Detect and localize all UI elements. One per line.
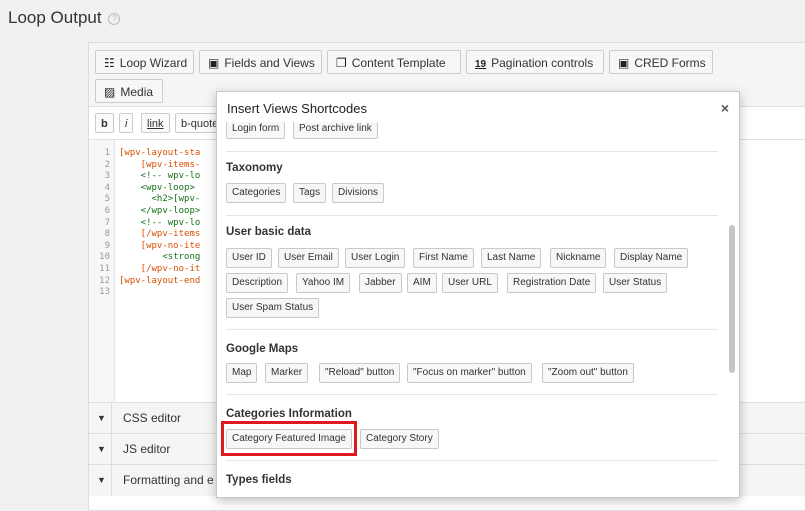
fields-and-views-button[interactable]: ▣ Fields and Views — [199, 50, 322, 74]
page-title: Loop Output ? — [8, 8, 121, 28]
divider — [111, 465, 112, 496]
close-icon[interactable]: × — [721, 100, 729, 116]
line-number: 12 — [99, 275, 110, 286]
user-basic-data-heading: User basic data — [226, 226, 312, 238]
shortcode-button[interactable]: Map — [226, 363, 258, 383]
shortcode-button[interactable]: User Login — [345, 248, 406, 268]
taxonomy-heading: Taxonomy — [226, 162, 283, 174]
divider — [226, 394, 718, 395]
code-line[interactable]: <!-- wpv-lo — [119, 218, 201, 230]
pagination-icon: 19 — [475, 59, 487, 70]
shortcode-button[interactable]: "Reload" button — [319, 363, 401, 383]
line-number: 11 — [99, 263, 110, 274]
caret-down-icon: ▼ — [97, 475, 106, 485]
line-number: 9 — [104, 240, 110, 251]
code-line[interactable]: <wpv-loop> — [119, 183, 200, 195]
shortcode-button[interactable]: Categories — [226, 183, 287, 203]
divider — [226, 329, 718, 330]
bold-button[interactable]: b — [95, 113, 114, 133]
content-template-button[interactable]: ❐ Content Template — [327, 50, 461, 74]
js-editor-label: JS editor — [123, 442, 171, 456]
divider — [226, 215, 718, 216]
code-line[interactable]: </wpv-loop> — [119, 206, 201, 218]
shortcode-button[interactable]: User Email — [278, 248, 339, 268]
shortcode-button[interactable]: Divisions — [332, 183, 385, 203]
shortcode-button[interactable]: Yahoo IM — [296, 273, 351, 293]
code-line[interactable]: [wpv-no-ite — [119, 241, 201, 253]
line-number: 2 — [104, 159, 110, 170]
code-line[interactable]: <strong — [119, 252, 200, 264]
formatting-label: Formatting and e — [123, 473, 214, 487]
line-number: 8 — [104, 229, 110, 240]
code-line[interactable]: [/wpv-no-it — [119, 264, 201, 276]
link-button[interactable]: link — [141, 113, 170, 133]
divider — [226, 151, 718, 152]
code-line[interactable]: <!-- wpv-lo — [119, 171, 201, 183]
shortcode-button[interactable]: User ID — [226, 248, 272, 268]
line-number: 4 — [104, 182, 110, 193]
bag-icon: ▣ — [208, 56, 220, 70]
dialog-title: Insert Views Shortcodes — [227, 101, 367, 116]
shortcode-button[interactable]: "Focus on marker" button — [407, 363, 532, 383]
divider — [111, 403, 112, 434]
shortcode-button[interactable]: Nickname — [550, 248, 607, 268]
line-number: 3 — [104, 171, 110, 182]
divider — [226, 460, 718, 461]
code-line[interactable] — [119, 287, 200, 299]
line-number: 6 — [104, 205, 110, 216]
line-number: 5 — [104, 194, 110, 205]
grid-icon: ☷ — [104, 56, 115, 70]
code-line[interactable]: <h2>[wpv- — [119, 194, 201, 206]
question-circle-icon[interactable]: ? — [108, 12, 121, 25]
bag-icon: ▣ — [618, 56, 630, 70]
shortcode-button[interactable]: User Status — [603, 273, 668, 293]
types-fields-heading: Types fields — [226, 474, 292, 486]
code-line[interactable]: [wpv-items- — [119, 160, 201, 172]
line-number-gutter: 1 2 3 4 5 6 7 8 9 10 11 12 13 — [89, 140, 115, 405]
shortcode-button[interactable]: User Spam Status — [226, 298, 320, 318]
shortcode-button[interactable]: Marker — [265, 363, 309, 383]
shortcode-button[interactable]: First Name — [413, 248, 474, 268]
code-line[interactable]: [/wpv-items — [119, 229, 201, 241]
cred-forms-button[interactable]: ▣ CRED Forms — [609, 50, 713, 74]
shortcode-button[interactable]: Login form — [226, 122, 286, 139]
google-maps-heading: Google Maps — [226, 343, 299, 355]
loop-wizard-button[interactable]: ☷ Loop Wizard — [95, 50, 194, 74]
italic-button[interactable]: i — [119, 113, 134, 133]
line-number: 7 — [104, 217, 110, 228]
code-line[interactable]: [wpv-layout-end — [119, 276, 200, 288]
shortcode-button[interactable]: AIM — [407, 273, 437, 293]
media-button[interactable]: ▨ Media — [95, 79, 163, 103]
highlight-box — [221, 421, 357, 456]
code-content[interactable]: [wpv-layout-sta [wpv-items- <!-- wpv-lo … — [119, 148, 200, 299]
image-icon: ▨ — [104, 85, 116, 99]
code-line[interactable]: [wpv-layout-sta — [119, 148, 200, 160]
pagination-controls-button[interactable]: 19 Pagination controls — [466, 50, 604, 74]
shortcode-button[interactable]: Display Name — [614, 248, 689, 268]
copy-icon: ❐ — [336, 56, 347, 70]
shortcode-button[interactable]: Last Name — [481, 248, 542, 268]
category-story-button[interactable]: Category Story — [360, 429, 439, 449]
shortcode-button[interactable]: Post archive link — [293, 122, 378, 139]
divider — [111, 434, 112, 465]
css-editor-label: CSS editor — [123, 411, 182, 425]
shortcode-button[interactable]: Registration Date — [507, 273, 597, 293]
line-number: 13 — [99, 287, 110, 298]
shortcode-button[interactable]: Description — [226, 273, 289, 293]
categories-information-heading: Categories Information — [226, 408, 352, 420]
shortcode-button[interactable]: User URL — [442, 273, 498, 293]
caret-down-icon: ▼ — [97, 444, 106, 454]
line-number: 10 — [99, 252, 110, 263]
shortcode-button[interactable]: Tags — [293, 183, 327, 203]
line-number: 1 — [104, 148, 110, 158]
shortcode-button[interactable]: Jabber — [359, 273, 402, 293]
shortcode-button[interactable]: "Zoom out" button — [542, 363, 634, 383]
caret-down-icon: ▼ — [97, 413, 106, 423]
